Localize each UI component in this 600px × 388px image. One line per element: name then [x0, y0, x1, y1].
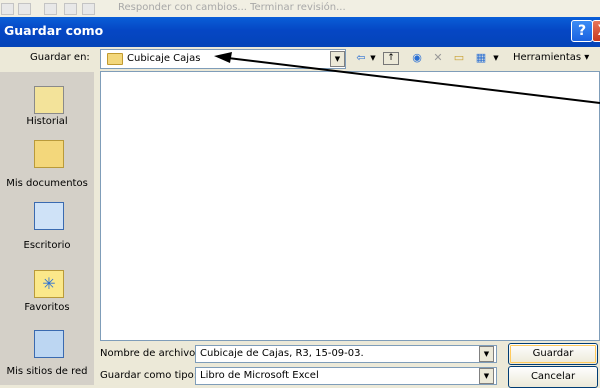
place-label: Escritorio [23, 240, 71, 251]
save-button[interactable]: Guardar [508, 343, 598, 365]
views-icon[interactable]: ▦ [473, 51, 489, 65]
up-folder-icon[interactable]: ↑ [383, 52, 399, 65]
filetype-value: Libro de Microsoft Excel [200, 370, 319, 381]
close-button[interactable]: X [592, 20, 600, 42]
back-dropdown-icon[interactable]: ▼ [369, 51, 377, 65]
network-places-icon [34, 330, 64, 358]
desktop-icon [34, 202, 64, 230]
checkbox-icon [44, 3, 57, 15]
place-label: Favoritos [24, 302, 70, 313]
file-list[interactable] [100, 71, 600, 341]
strip-text: Responder con cambios... Terminar revisi… [118, 2, 346, 13]
title-bar: Guardar como ? X [0, 17, 600, 47]
reviewing-icon [64, 3, 77, 15]
window-title: Guardar como [4, 23, 104, 38]
chevron-down-icon[interactable]: ▼ [479, 368, 494, 384]
filename-input[interactable]: Cubicaje de Cajas, R3, 15-09-03. ▼ [195, 345, 497, 363]
favorites-icon: ✳ [34, 270, 64, 298]
places-bar: Historial Mis documentos Escritorio ✳ Fa… [0, 72, 94, 385]
chevron-down-icon[interactable]: ▼ [479, 346, 494, 362]
background-toolbar-strip: Responder con cambios... Terminar revisi… [0, 0, 600, 17]
delete-icon[interactable]: ✕ [430, 51, 446, 65]
history-icon [34, 86, 64, 114]
search-web-icon[interactable]: ◉ [409, 51, 425, 65]
reviewing-icon [18, 3, 31, 15]
place-label: Mis documentos [6, 178, 88, 189]
reviewing-icon [82, 3, 95, 15]
tools-menu[interactable]: Herramientas ▾ [513, 52, 589, 63]
new-folder-icon[interactable]: ▭ [451, 51, 467, 65]
views-dropdown-icon[interactable]: ▼ [492, 51, 500, 65]
filename-label: Nombre de archivo: [100, 348, 199, 359]
back-icon[interactable]: ⇦ [353, 51, 369, 65]
help-button[interactable]: ? [571, 20, 593, 42]
reviewing-icon [1, 3, 14, 15]
place-label: Historial [26, 116, 68, 127]
folder-icon [107, 53, 123, 65]
save-in-combo[interactable]: Cubicaje Cajas ▼ [100, 49, 346, 69]
filetype-label: Guardar como tipo: [100, 370, 198, 381]
filename-value: Cubicaje de Cajas, R3, 15-09-03. [200, 348, 364, 359]
my-documents-icon [34, 140, 64, 168]
save-in-label: Guardar en: [30, 52, 90, 63]
filetype-select[interactable]: Libro de Microsoft Excel ▼ [195, 367, 497, 385]
chevron-down-icon[interactable]: ▼ [330, 51, 345, 67]
place-label: Mis sitios de red [6, 366, 88, 377]
save-in-value: Cubicaje Cajas [127, 53, 201, 64]
